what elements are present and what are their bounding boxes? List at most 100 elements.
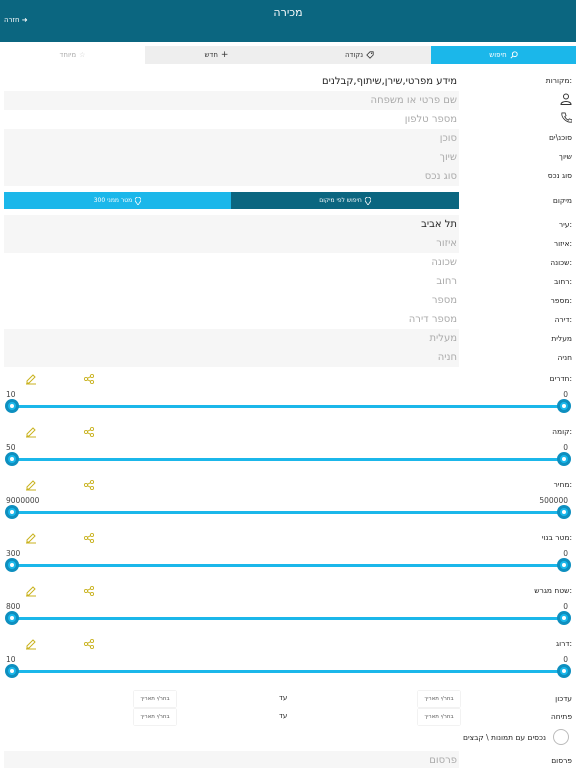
range-slider: מטר בנוי: 0 300 [0, 529, 576, 582]
edit-icon[interactable] [25, 476, 37, 495]
opened-date-row: פתיחה בחר/י תאריך עד בחר/י תאריך [0, 709, 576, 725]
plus-icon: + [220, 50, 229, 60]
slider-min-value: 0 [563, 390, 568, 399]
back-button[interactable]: חזרה ➜ [4, 16, 28, 24]
tab-special-label: מיוחד [59, 51, 77, 59]
search-by-location-button[interactable]: חיפוש לפי מיקום [231, 192, 459, 209]
share-icon[interactable] [83, 423, 95, 442]
tab-bar: חיפוש נקודה חדש + מיוחד ☆ [0, 46, 576, 64]
tab-special[interactable]: מיוחד ☆ [0, 46, 145, 64]
parking-input[interactable]: חניה [4, 348, 459, 367]
range-slider: שטח מגרש: 0 800 [0, 582, 576, 635]
slider-track[interactable] [12, 511, 564, 514]
parking-label: חניה [557, 353, 572, 362]
asset-type-label: סוג נכס [547, 171, 572, 180]
city-label: עיר: [558, 220, 572, 229]
elevator-input[interactable]: מעלית [4, 329, 459, 348]
tab-points[interactable]: נקודה [288, 46, 431, 64]
range-slider: דרוג: 0 10 [0, 635, 576, 688]
city-input[interactable]: תל אביב [4, 215, 459, 234]
street-input[interactable]: רחוב [4, 272, 459, 291]
slider-track[interactable] [12, 617, 564, 620]
assignment-input[interactable]: שיוך [4, 148, 459, 167]
slider-max-handle[interactable] [5, 558, 19, 572]
slider-track[interactable] [12, 670, 564, 673]
slider-max-value: 800 [6, 602, 21, 611]
apartment-label: דירה: [554, 315, 572, 324]
publish-input[interactable]: פרסום [4, 751, 459, 768]
share-icon[interactable] [83, 529, 95, 548]
slider-max-handle[interactable] [5, 452, 19, 466]
slider-min-handle[interactable] [557, 611, 571, 625]
agent-input[interactable]: סוכן [4, 129, 459, 148]
slider-max-handle[interactable] [5, 611, 19, 625]
star-icon: ☆ [79, 51, 86, 59]
slider-max-handle[interactable] [5, 505, 19, 519]
location-label: מיקום [552, 196, 572, 205]
updated-date-row: עדכון בחר/י תאריך עד בחר/י תאריך [0, 691, 576, 707]
neighborhood-input[interactable]: שכונה [4, 253, 459, 272]
area-input[interactable]: איזור [4, 234, 459, 253]
slider-max-handle[interactable] [5, 664, 19, 678]
publish-label: פרסום [551, 756, 572, 765]
edit-icon[interactable] [25, 529, 37, 548]
asset-type-input[interactable]: סוג נכס [4, 167, 459, 186]
number-input[interactable]: מספר [4, 291, 459, 310]
phone-input[interactable]: מספר טלפון [4, 110, 459, 129]
with-images-checkbox[interactable] [553, 729, 569, 745]
tab-points-label: נקודה [344, 51, 364, 59]
map-pin-icon [135, 196, 142, 205]
edit-icon[interactable] [25, 423, 37, 442]
share-icon[interactable] [83, 370, 95, 389]
range-slider: קומה: 0 50 [0, 423, 576, 476]
edit-icon[interactable] [25, 582, 37, 601]
name-input[interactable]: שם פרטי או משפחה [4, 91, 459, 110]
slider-min-handle[interactable] [557, 505, 571, 519]
slider-min-value: 500000 [539, 496, 568, 505]
updated-from-date-button[interactable]: בחר/י תאריך [418, 691, 460, 707]
opened-to-date-button[interactable]: בחר/י תאריך [134, 709, 176, 725]
slider-label: חדרים: [549, 374, 572, 383]
share-icon[interactable] [83, 582, 95, 601]
slider-max-value: 9000000 [6, 496, 40, 505]
map-pin-icon [364, 196, 371, 205]
slider-min-handle[interactable] [557, 399, 571, 413]
slider-max-handle[interactable] [5, 399, 19, 413]
updated-to-date-button[interactable]: בחר/י תאריך [134, 691, 176, 707]
assignment-label: שיוך [558, 152, 572, 161]
tab-search[interactable]: חיפוש [431, 46, 576, 64]
opened-from-date-button[interactable]: בחר/י תאריך [418, 709, 460, 725]
slider-label: מטר בנוי: [541, 533, 572, 542]
person-icon [560, 93, 572, 105]
apartment-input[interactable]: מספר דירה [4, 310, 459, 329]
slider-label: שטח מגרש: [534, 586, 572, 595]
updated-label: עדכון [555, 694, 572, 703]
slider-track[interactable] [12, 564, 564, 567]
search-icon [510, 51, 518, 59]
tab-search-label: חיפוש [489, 51, 507, 59]
range-slider: מחיר: 500000 9000000 [0, 476, 576, 529]
number-label: מספר: [550, 296, 572, 305]
slider-label: מחיר: [553, 480, 572, 489]
slider-track[interactable] [12, 458, 564, 461]
tag-icon [366, 51, 374, 59]
sources-field[interactable]: מידע מפרטי,שירן,שיתוף,קבלנים [4, 72, 459, 91]
elevator-label: מעלית [551, 334, 572, 343]
slider-min-handle[interactable] [557, 664, 571, 678]
slider-min-handle[interactable] [557, 558, 571, 572]
slider-min-value: 0 [563, 443, 568, 452]
tab-new[interactable]: חדש + [145, 46, 288, 64]
search-by-location-label: חיפוש לפי מיקום [319, 197, 362, 204]
slider-track[interactable] [12, 405, 564, 408]
nearby-button[interactable]: 300 מטר ממני [4, 192, 231, 209]
slider-min-handle[interactable] [557, 452, 571, 466]
edit-icon[interactable] [25, 635, 37, 654]
share-icon[interactable] [83, 635, 95, 654]
slider-max-value: 10 [6, 390, 16, 399]
tab-new-label: חדש [204, 51, 218, 59]
edit-icon[interactable] [25, 370, 37, 389]
share-icon[interactable] [83, 476, 95, 495]
neighborhood-label: שכונה: [550, 258, 572, 267]
until-label: עד [279, 694, 288, 702]
range-slider: חדרים: 0 10 [0, 370, 576, 423]
